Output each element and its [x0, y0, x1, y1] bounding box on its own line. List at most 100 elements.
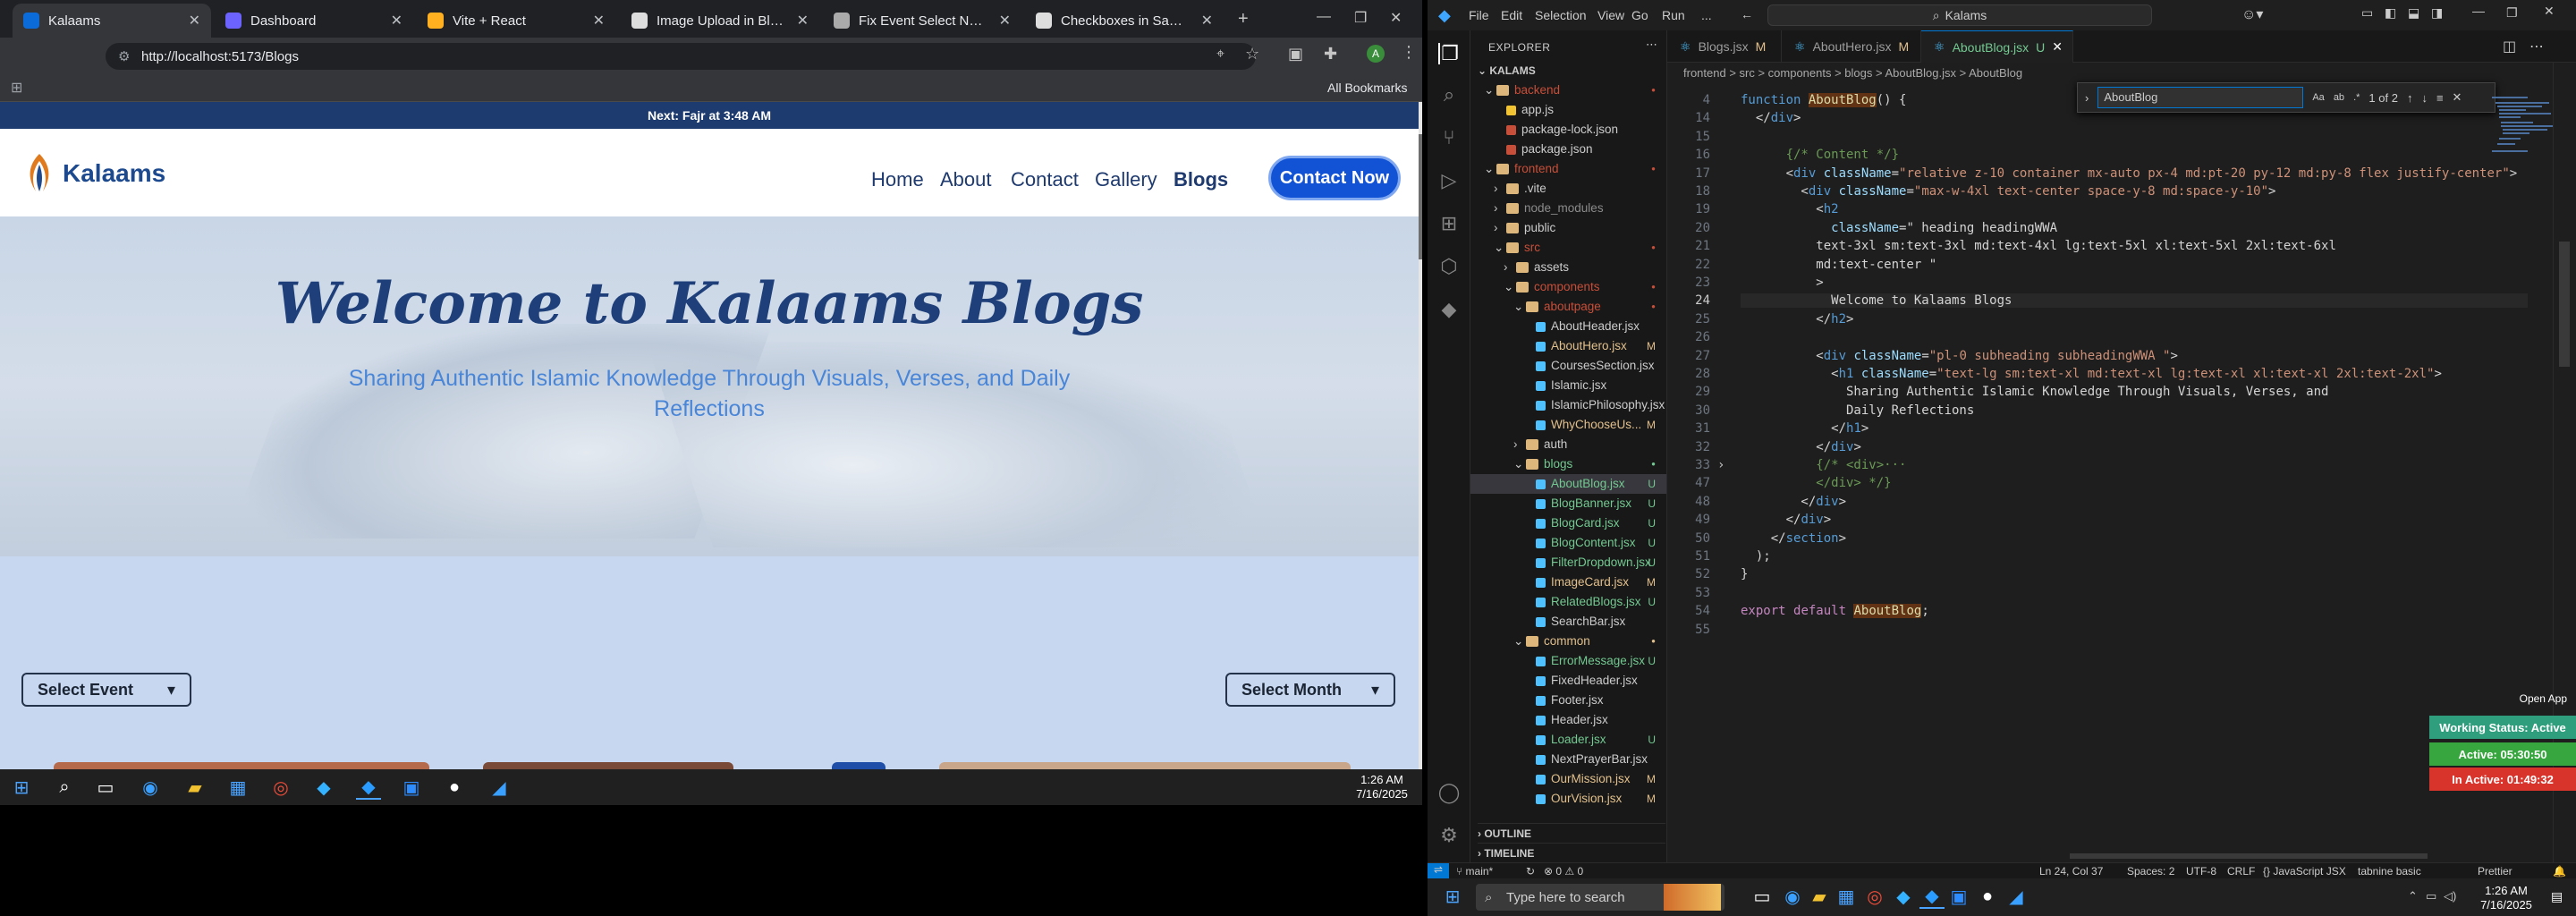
vscode-blue-icon[interactable]: ◆: [311, 775, 336, 800]
menu-view[interactable]: View: [1597, 8, 1624, 22]
code-line[interactable]: <div className="max-w-4xl text-center sp…: [1741, 184, 2275, 199]
close-icon[interactable]: ✕: [2544, 4, 2555, 19]
tabnine-status[interactable]: tabnine basic: [2358, 865, 2421, 878]
select-event-dropdown[interactable]: Select Event ▾: [21, 673, 191, 707]
sync-icon[interactable]: ↻: [1526, 865, 1535, 878]
editor-scrollbar-thumb[interactable]: [2559, 242, 2570, 367]
code-line[interactable]: </h2>: [1741, 312, 1853, 327]
file-item[interactable]: OurMission.jsx M: [1470, 769, 1666, 789]
close-icon[interactable]: ✕: [391, 12, 402, 30]
minimize-icon[interactable]: —: [2472, 4, 2485, 18]
store-icon[interactable]: ▦: [225, 775, 250, 800]
close-icon[interactable]: ✕: [999, 12, 1011, 30]
close-icon[interactable]: ✕: [2453, 90, 2462, 105]
notifications-bell-icon[interactable]: 🔔: [2553, 865, 2566, 878]
code-line[interactable]: text-3xl sm:text-3xl md:text-4xl lg:text…: [1741, 239, 2336, 253]
folder-item[interactable]: › .vite: [1470, 179, 1666, 199]
tab-abouthero-jsx[interactable]: ⚛ AboutHero.jsx M: [1782, 30, 1921, 63]
extension-icon[interactable]: ▣: [1288, 45, 1303, 64]
bookmark-star-icon[interactable]: ☆: [1245, 45, 1259, 64]
vscode-blue-icon[interactable]: ◆: [1891, 884, 1916, 909]
arrow-up-icon[interactable]: ↑: [2407, 91, 2413, 105]
tab-aboutblog-jsx[interactable]: ⚛ AboutBlog.jsx U ✕: [1921, 30, 2073, 63]
store-icon[interactable]: ▦: [1834, 884, 1859, 909]
blog-card-top[interactable]: [483, 762, 733, 769]
match-case-icon[interactable]: Aa: [2312, 92, 2324, 103]
file-item[interactable]: ErrorMessage.jsx U: [1470, 651, 1666, 671]
blog-card-top[interactable]: [939, 762, 1351, 769]
editor-more-icon[interactable]: ⋯: [2529, 38, 2544, 55]
code-line[interactable]: <div className="relative z-10 container …: [1741, 166, 2518, 181]
edge-icon[interactable]: ◉: [138, 775, 163, 800]
nav-back-icon[interactable]: ←: [1741, 7, 1753, 21]
browser-tab[interactable]: Dashboard ✕: [215, 4, 413, 38]
code-line[interactable]: </div> */}: [1741, 476, 1891, 490]
menu-go[interactable]: Go: [1631, 8, 1648, 22]
puzzle-icon[interactable]: ✚: [1324, 45, 1337, 64]
file-item[interactable]: WhyChooseUs... M: [1470, 415, 1666, 435]
window-minimize-icon[interactable]: —: [1317, 9, 1331, 25]
nav-blogs[interactable]: Blogs: [1174, 168, 1228, 191]
apps-grid-icon[interactable]: ⊞: [11, 79, 22, 97]
line-ending[interactable]: CRLF: [2227, 865, 2255, 878]
close-icon[interactable]: ✕: [593, 12, 605, 30]
open-app-button[interactable]: Open App: [2520, 692, 2567, 705]
menu-selection[interactable]: Selection: [1535, 8, 1587, 22]
code-line[interactable]: Daily Reflections: [1741, 403, 1974, 418]
file-item[interactable]: FilterDropdown.jsx U: [1470, 553, 1666, 572]
outline-section[interactable]: › OUTLINE: [1478, 823, 1665, 840]
file-item[interactable]: app.js: [1470, 100, 1666, 120]
problems-indicator[interactable]: ⊗ 0 ⚠ 0: [1544, 865, 1583, 878]
file-item[interactable]: NextPrayerBar.jsx: [1470, 750, 1666, 769]
extensions-icon[interactable]: ⊞: [1438, 212, 1460, 234]
code-line[interactable]: function AboutBlog() {: [1741, 93, 1906, 107]
code-line[interactable]: export default AboutBlog;: [1741, 604, 1929, 619]
search-icon[interactable]: ⌕: [52, 775, 77, 800]
taskbar-search[interactable]: ⌕ Type here to search: [1476, 884, 1724, 911]
folder-item[interactable]: ⌄ src ●: [1470, 238, 1666, 258]
app-photos-icon[interactable]: ◢: [2004, 884, 2029, 909]
file-item[interactable]: package-lock.json: [1470, 120, 1666, 140]
code-line[interactable]: </section>: [1741, 531, 1846, 546]
panel-toggle-icon[interactable]: ⬓: [2408, 5, 2419, 21]
browser-tab[interactable]: Vite + React ✕: [417, 4, 615, 38]
chrome-icon[interactable]: ◎: [1862, 884, 1887, 909]
menu-run[interactable]: Run: [1662, 8, 1685, 22]
close-icon[interactable]: ✕: [189, 12, 200, 30]
folder-item[interactable]: ⌄ common ●: [1470, 632, 1666, 651]
remote-icon[interactable]: ⬡: [1438, 255, 1460, 277]
file-item[interactable]: ImageCard.jsx M: [1470, 572, 1666, 592]
file-item[interactable]: AboutHero.jsx M: [1470, 336, 1666, 356]
menu-more[interactable]: ...: [1701, 8, 1712, 22]
windows-start-icon[interactable]: ⊞: [1440, 884, 1465, 909]
page-scrollbar-thumb[interactable]: [1419, 134, 1422, 259]
code-line[interactable]: <div className="pl-0 subheading subheadi…: [1741, 349, 2178, 363]
tray-chevron-icon[interactable]: ⌃: [2408, 889, 2418, 903]
remote-indicator-icon[interactable]: ⇌: [1428, 863, 1449, 878]
folder-item[interactable]: ⌄ frontend ●: [1470, 159, 1666, 179]
file-item[interactable]: Header.jsx: [1470, 710, 1666, 730]
minimap[interactable]: [2490, 95, 2562, 175]
zoom-icon[interactable]: ▣: [399, 775, 424, 800]
windows-start-icon[interactable]: ⊞: [9, 775, 34, 800]
code-line[interactable]: {/* Content */}: [1741, 148, 1899, 162]
copilot-icon[interactable]: ☺▾: [2241, 5, 2263, 23]
code-line[interactable]: </div>: [1741, 513, 1832, 527]
file-explorer-icon[interactable]: ▰: [182, 775, 208, 800]
folder-item[interactable]: › node_modules: [1470, 199, 1666, 218]
file-item[interactable]: BlogCard.jsx U: [1470, 513, 1666, 533]
git-branch[interactable]: ⑂ main*: [1456, 865, 1493, 878]
explorer-icon[interactable]: ❐: [1438, 42, 1460, 64]
account-icon[interactable]: ◯: [1438, 781, 1461, 803]
search-icon[interactable]: ⌕: [1438, 83, 1460, 106]
network-icon[interactable]: ▭: [2426, 889, 2436, 903]
code-line[interactable]: >: [1741, 276, 1823, 290]
file-item[interactable]: CoursesSection.jsx: [1470, 356, 1666, 376]
file-item[interactable]: package.json: [1470, 140, 1666, 159]
run-debug-icon[interactable]: ▷: [1438, 169, 1460, 191]
window-maximize-icon[interactable]: ❐: [1354, 9, 1367, 27]
url-bar[interactable]: ⚙ http://localhost:5173/Blogs: [106, 43, 1256, 70]
task-view-icon[interactable]: ▭: [1750, 884, 1775, 909]
close-icon[interactable]: ✕: [1201, 12, 1213, 30]
folder-item[interactable]: ⌄ blogs ●: [1470, 454, 1666, 474]
